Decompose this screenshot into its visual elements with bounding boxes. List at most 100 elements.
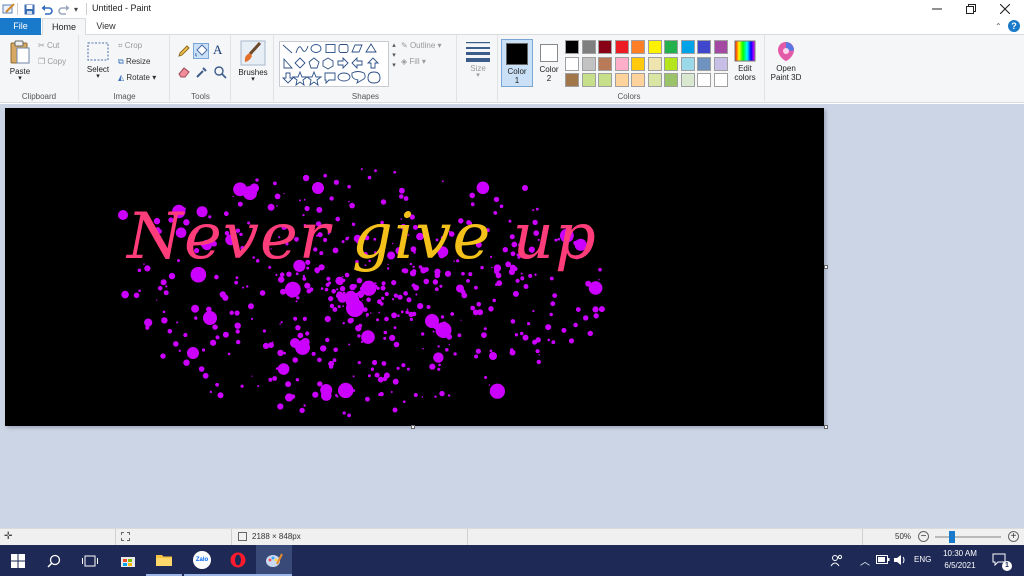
color-swatch[interactable] <box>697 73 711 87</box>
splash-dot <box>383 336 387 340</box>
splash-dot <box>448 343 450 346</box>
splash-dot <box>366 297 371 302</box>
eraser-icon[interactable] <box>177 65 191 79</box>
taskbar-zalo[interactable]: Zalo <box>184 545 220 576</box>
color-swatch[interactable] <box>697 56 711 71</box>
folder-icon <box>156 555 172 566</box>
brushes-group: Brushes ▾ <box>232 35 274 103</box>
taskbar-paint[interactable] <box>256 545 292 576</box>
color-swatch[interactable] <box>713 73 728 87</box>
drawing-canvas[interactable]: Never give up <box>5 108 824 426</box>
customize-toolbar-icon[interactable]: ▾ <box>74 3 78 15</box>
color-swatch[interactable] <box>713 40 728 54</box>
restore-button[interactable] <box>954 0 988 18</box>
color-swatch[interactable] <box>581 73 596 87</box>
fill-button[interactable]: ◈ Fill ▾ <box>401 57 426 66</box>
color-swatch[interactable] <box>697 40 711 54</box>
save-icon[interactable] <box>24 3 35 15</box>
color-swatch[interactable] <box>631 56 645 71</box>
select-button[interactable]: Select ▾ <box>84 41 112 80</box>
rotate-button[interactable]: ◭ Rotate ▾ <box>118 73 156 82</box>
copy-button[interactable]: ❐ Copy <box>38 57 66 66</box>
open-paint3d-button[interactable]: Open Paint 3D <box>766 40 806 82</box>
color-swatch[interactable] <box>614 73 629 87</box>
language-indicator[interactable]: ENG <box>914 555 931 564</box>
color-swatch[interactable] <box>581 56 596 71</box>
clipboard-group-label: Clipboard <box>21 92 57 101</box>
redo-icon[interactable] <box>58 3 70 15</box>
paste-button[interactable]: Paste ▾ <box>6 39 34 82</box>
crop-button[interactable]: ⌗ Crop <box>118 41 142 51</box>
color-swatch[interactable] <box>598 73 612 87</box>
splash-dot <box>536 359 541 365</box>
color-swatch[interactable] <box>614 40 629 54</box>
color-swatch[interactable] <box>647 40 662 54</box>
color-swatch[interactable] <box>581 40 596 54</box>
tab-file[interactable]: File <box>0 18 41 35</box>
color-swatch[interactable] <box>614 56 629 71</box>
text-tool-icon[interactable]: A <box>213 42 222 58</box>
splash-blob <box>243 186 257 200</box>
color-swatch[interactable] <box>631 73 645 87</box>
color-swatch[interactable] <box>664 73 678 87</box>
undo-icon[interactable] <box>41 3 53 15</box>
taskbar-app-1[interactable] <box>110 545 146 576</box>
color-swatch[interactable] <box>631 40 645 54</box>
search-button[interactable] <box>36 545 72 576</box>
help-icon[interactable]: ? <box>1008 20 1020 32</box>
color-swatch[interactable] <box>664 40 678 54</box>
color-swatch[interactable] <box>680 40 695 54</box>
workspace[interactable]: Never give up <box>0 104 1024 528</box>
magnifier-icon[interactable] <box>213 65 227 79</box>
brushes-button[interactable]: Brushes ▾ <box>235 40 271 83</box>
resize-button[interactable]: ⧉ Resize <box>118 57 150 67</box>
clock[interactable]: 10:30 AM 6/5/2021 <box>938 548 982 572</box>
shapes-scroll[interactable]: ▴ ▾ ▾ <box>390 41 398 87</box>
taskbar-opera[interactable] <box>220 545 256 576</box>
color-swatch[interactable] <box>664 56 678 71</box>
zoom-slider-track[interactable] <box>935 536 1001 538</box>
taskbar-file-explorer[interactable] <box>146 545 182 576</box>
outline-button[interactable]: ✎ Outline ▾ <box>401 41 442 50</box>
edit-colors-button[interactable]: Edit colors <box>730 40 760 82</box>
fill-bucket-icon[interactable] <box>193 43 209 59</box>
task-view-button[interactable] <box>72 545 108 576</box>
color-swatch[interactable] <box>598 40 612 54</box>
collapse-ribbon-icon[interactable]: ⌃ <box>995 22 1002 31</box>
color-swatch[interactable] <box>647 73 662 87</box>
zoom-in-button[interactable]: + <box>1008 531 1019 542</box>
color-picker-icon[interactable] <box>195 65 209 79</box>
close-button[interactable] <box>988 0 1022 18</box>
zoom-slider-thumb[interactable] <box>949 531 955 543</box>
color2-button[interactable]: Color 2 <box>535 39 563 87</box>
splash-dot <box>352 375 355 378</box>
color-swatch[interactable] <box>647 56 662 71</box>
color1-button[interactable]: Color 1 <box>501 39 533 87</box>
color-swatch[interactable] <box>565 73 579 87</box>
size-button[interactable]: Size ▾ <box>462 40 494 79</box>
shapes-gallery[interactable] <box>279 41 389 87</box>
resize-handle-corner[interactable] <box>824 425 828 429</box>
minimize-button[interactable] <box>920 0 954 18</box>
color-swatch[interactable] <box>680 56 695 71</box>
resize-handle-right[interactable] <box>824 265 828 269</box>
volume-icon[interactable] <box>893 554 907 568</box>
splash-dot <box>393 293 398 298</box>
color-swatch[interactable] <box>713 56 728 71</box>
show-hidden-icons-chevron-icon[interactable]: ︿ <box>860 553 870 568</box>
pencil-icon[interactable] <box>177 44 191 58</box>
battery-icon[interactable] <box>876 555 890 566</box>
color-swatch[interactable] <box>680 73 695 87</box>
paint-app-icon[interactable] <box>2 3 16 15</box>
color-swatch[interactable] <box>598 56 612 71</box>
splash-dot <box>538 354 540 356</box>
zoom-out-button[interactable]: − <box>918 531 929 542</box>
resize-handle-bottom[interactable] <box>411 425 415 429</box>
color-swatch[interactable] <box>565 40 579 54</box>
color-swatch[interactable] <box>565 56 579 71</box>
tab-home[interactable]: Home <box>42 18 86 36</box>
cut-button[interactable]: ✂ Cut <box>38 41 59 50</box>
tab-view[interactable]: View <box>88 18 124 35</box>
start-button[interactable] <box>0 545 36 576</box>
people-icon[interactable] <box>830 554 844 569</box>
